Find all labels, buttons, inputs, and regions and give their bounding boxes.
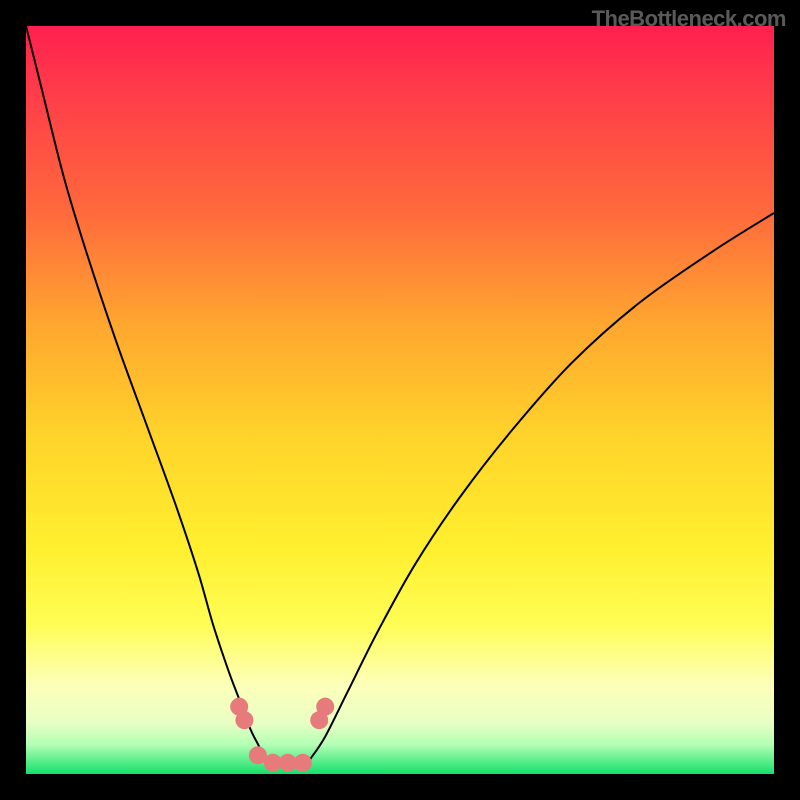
marker-dot bbox=[316, 698, 334, 716]
curve-right-branch bbox=[310, 213, 774, 759]
marker-dot bbox=[294, 754, 312, 772]
chart-svg bbox=[26, 26, 774, 774]
marker-dot bbox=[235, 711, 253, 729]
curve-left-branch bbox=[26, 26, 265, 759]
plot-area bbox=[26, 26, 774, 774]
watermark-text: TheBottleneck.com bbox=[592, 6, 786, 32]
bottom-markers-group bbox=[230, 698, 334, 772]
chart-frame: TheBottleneck.com bbox=[0, 0, 800, 800]
